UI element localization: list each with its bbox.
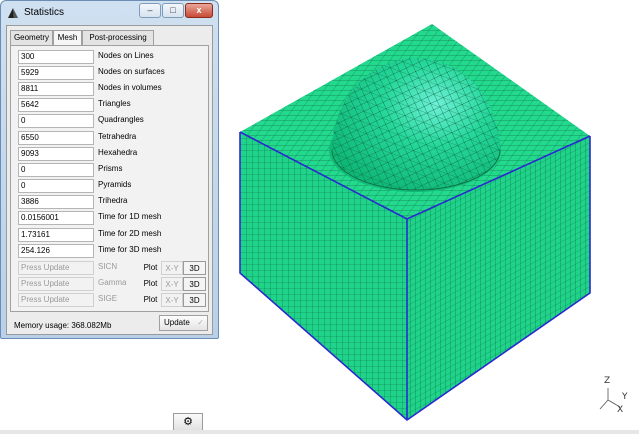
update-label: Update bbox=[164, 318, 190, 327]
gear-icon: ⚙ bbox=[183, 416, 193, 428]
quality-label: Gamma bbox=[98, 278, 127, 287]
stat-label: Quadrangles bbox=[98, 115, 144, 124]
quality-value-field: Press Update bbox=[18, 261, 94, 275]
quality-label: SIGE bbox=[98, 294, 118, 303]
stat-label: Hexahedra bbox=[98, 148, 138, 157]
maximize-button[interactable]: □ bbox=[162, 3, 184, 18]
window-title: Statistics bbox=[24, 7, 65, 18]
gmsh-app-icon bbox=[8, 8, 18, 18]
close-button[interactable]: x bbox=[185, 3, 213, 18]
tab-post-processing[interactable]: Post-processing bbox=[82, 30, 154, 45]
mesh-panel: 300 Nodes on Lines 5929 Nodes on surface… bbox=[10, 45, 209, 312]
quality-row-gamma: Press Update Gamma Plot X-Y 3D bbox=[18, 277, 208, 291]
update-button[interactable]: Update ✓ bbox=[159, 315, 208, 331]
stat-label: Pyramids bbox=[98, 180, 132, 189]
stat-label: Nodes on Lines bbox=[98, 51, 154, 60]
stat-value-field[interactable]: 0 bbox=[18, 179, 94, 193]
status-bar bbox=[0, 430, 639, 434]
memory-usage: Memory usage: 368.082Mb bbox=[14, 321, 112, 330]
quality-row-sige: Press Update SIGE Plot X-Y 3D bbox=[18, 293, 208, 307]
axis-z-label: Z bbox=[604, 376, 611, 386]
quality-value-field: Press Update bbox=[18, 293, 94, 307]
xy-button[interactable]: X-Y bbox=[161, 261, 183, 275]
stat-label: Trihedra bbox=[98, 196, 128, 205]
quality-label: SICN bbox=[98, 262, 118, 271]
quality-row-sicn: Press Update SICN Plot X-Y 3D bbox=[18, 261, 208, 275]
axis-y-label: Y bbox=[622, 392, 628, 402]
plot-button[interactable]: Plot bbox=[140, 277, 161, 291]
stat-value-field[interactable]: 3886 bbox=[18, 195, 94, 209]
gear-button[interactable]: ⚙ bbox=[173, 413, 203, 431]
stat-value-field[interactable]: 9093 bbox=[18, 147, 94, 161]
checkmark-icon: ✓ bbox=[197, 318, 204, 327]
tab-geometry[interactable]: Geometry bbox=[10, 30, 53, 45]
xy-button[interactable]: X-Y bbox=[161, 293, 183, 307]
3d-button[interactable]: 3D bbox=[183, 261, 206, 275]
stat-value-field[interactable]: 8811 bbox=[18, 82, 94, 96]
tab-mesh[interactable]: Mesh bbox=[53, 30, 82, 46]
stat-value-field[interactable]: 0 bbox=[18, 114, 94, 128]
axis-x-label: X bbox=[617, 405, 624, 415]
stat-value-field[interactable]: 5929 bbox=[18, 66, 94, 80]
stat-value-field[interactable]: 0.0156001 bbox=[18, 211, 94, 225]
stat-value-field[interactable]: 254.126 bbox=[18, 244, 94, 258]
statistics-client: Geometry Mesh Post-processing 300 Nodes … bbox=[6, 25, 213, 335]
window-titlebar[interactable]: Statistics – □ x bbox=[1, 1, 218, 25]
stat-label: Time for 3D mesh bbox=[98, 245, 162, 254]
stat-value-field[interactable]: 300 bbox=[18, 50, 94, 64]
xy-button[interactable]: X-Y bbox=[161, 277, 183, 291]
stat-label: Time for 2D mesh bbox=[98, 229, 162, 238]
stat-label: Time for 1D mesh bbox=[98, 212, 162, 221]
stat-value-field[interactable]: 0 bbox=[18, 163, 94, 177]
stat-label: Nodes in volumes bbox=[98, 83, 162, 92]
stat-label: Prisms bbox=[98, 164, 123, 173]
plot-button[interactable]: Plot bbox=[140, 293, 161, 307]
stat-label: Tetrahedra bbox=[98, 132, 137, 141]
statistics-window: Statistics – □ x Geometry Mesh Post-proc… bbox=[0, 0, 219, 339]
3d-button[interactable]: 3D bbox=[183, 277, 206, 291]
stat-label: Triangles bbox=[98, 99, 131, 108]
quality-value-field: Press Update bbox=[18, 277, 94, 291]
stat-label: Nodes on surfaces bbox=[98, 67, 165, 76]
stat-value-field[interactable]: 6550 bbox=[18, 131, 94, 145]
3d-button[interactable]: 3D bbox=[183, 293, 206, 307]
minimize-button[interactable]: – bbox=[139, 3, 161, 18]
stat-value-field[interactable]: 5642 bbox=[18, 98, 94, 112]
stat-value-field[interactable]: 1.73161 bbox=[18, 228, 94, 242]
plot-button[interactable]: Plot bbox=[140, 261, 161, 275]
